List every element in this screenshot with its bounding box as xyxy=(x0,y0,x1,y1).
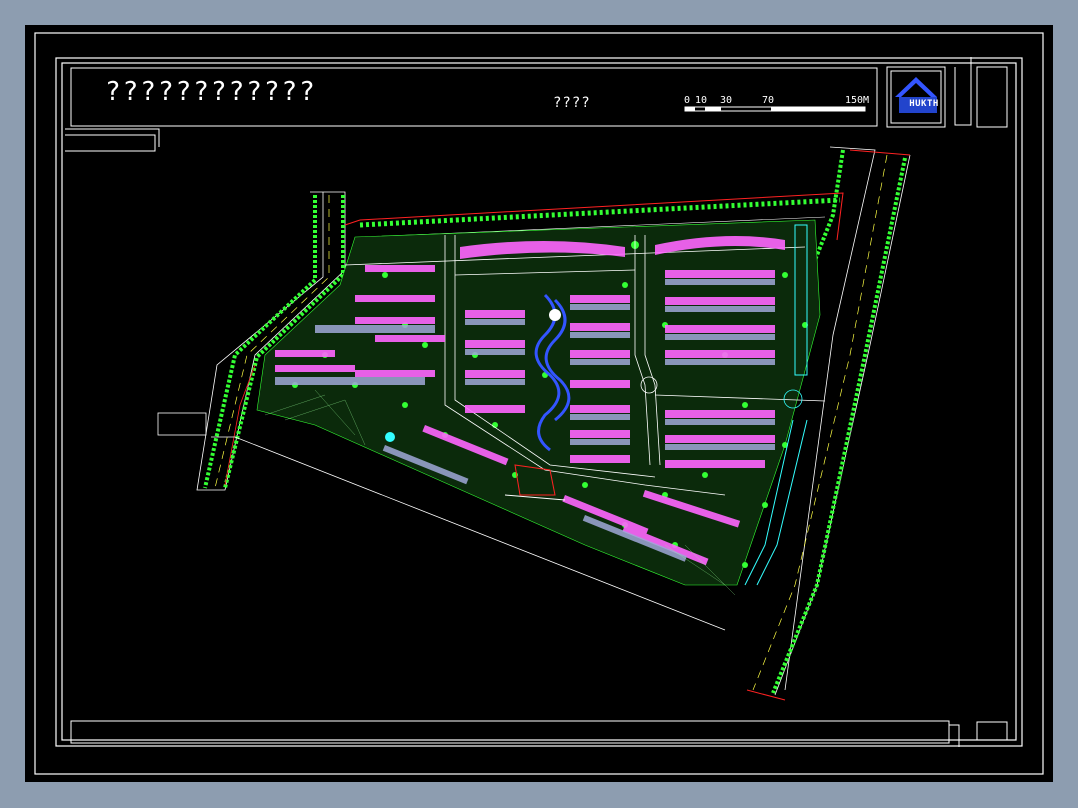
cad-drawing-viewport[interactable]: ???????????? ???? 0 10 30 70 150M HUKTH xyxy=(25,25,1053,782)
drawing-title: ???????????? xyxy=(105,77,317,107)
logo-text: HUKTH xyxy=(909,99,939,109)
scale-tick-70: 70 xyxy=(762,95,775,106)
scale-tick-10: 10 xyxy=(695,95,708,106)
scale-tick-150: 150M xyxy=(845,95,870,106)
site-plan-canvas xyxy=(34,32,1044,775)
scale-tick-30: 30 xyxy=(720,95,733,106)
scale-bar xyxy=(684,106,866,112)
house-roof-logo-icon xyxy=(890,70,942,124)
scale-tick-0: 0 xyxy=(684,95,691,106)
drawing-subtitle: ???? xyxy=(553,95,591,111)
